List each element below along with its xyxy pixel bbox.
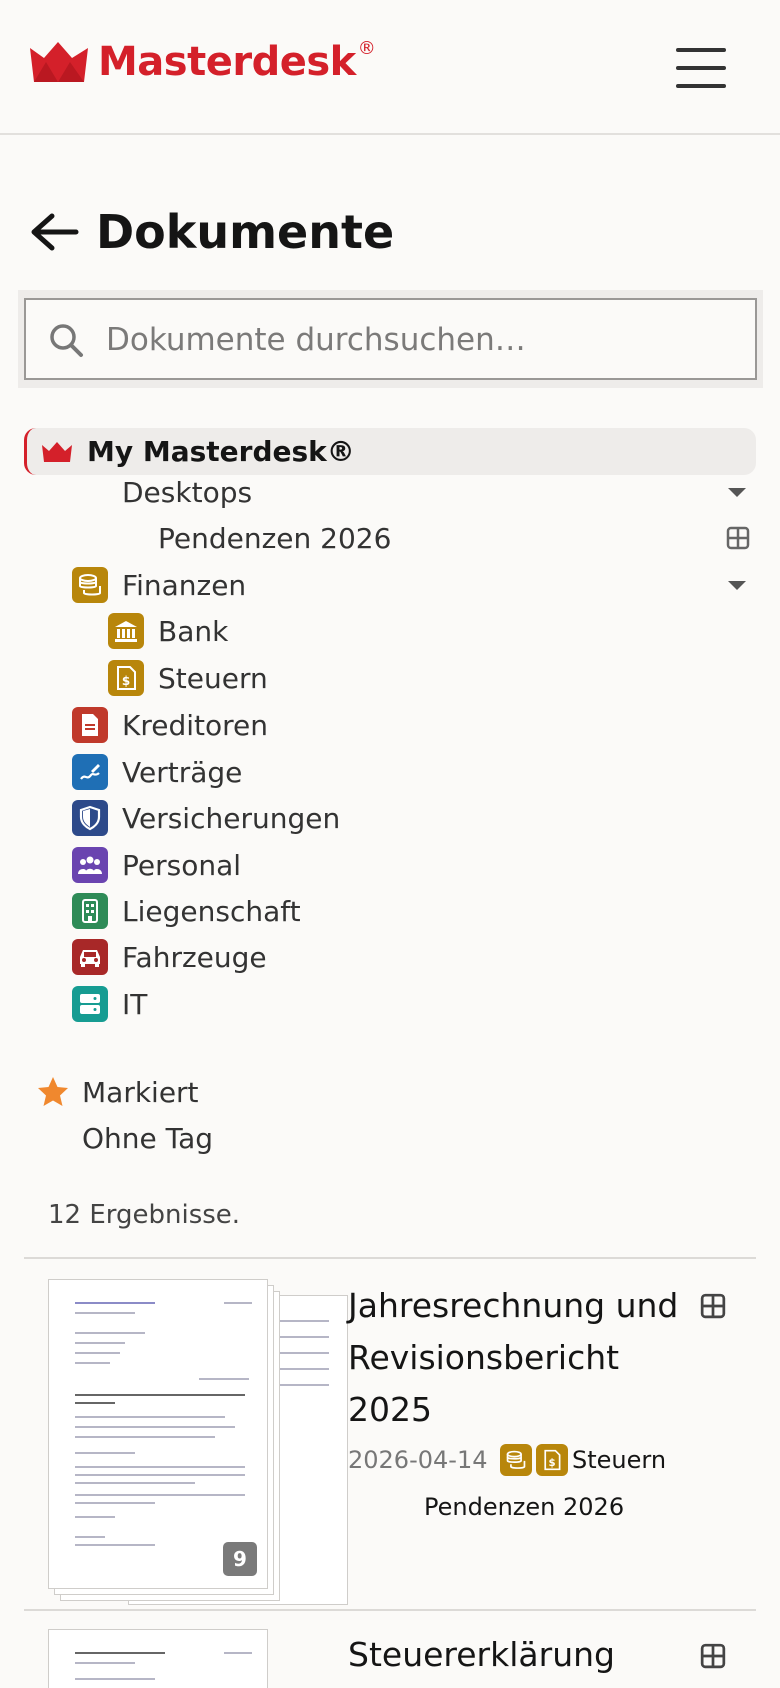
coins-icon [72, 567, 108, 603]
filter-untagged-label: Ohne Tag [82, 1122, 214, 1155]
page-title-row: Dokumente [28, 205, 394, 259]
svg-text:$: $ [122, 674, 130, 688]
server-icon [72, 986, 108, 1022]
hamburger-icon[interactable] [676, 48, 726, 88]
crown-icon [42, 441, 72, 462]
app-header: Masterdesk ® [0, 0, 780, 135]
tax-document-icon: $ [536, 1444, 568, 1476]
tree-item-versicherungen[interactable]: Versicherungen [72, 795, 340, 841]
invoice-icon [72, 707, 108, 743]
car-icon [72, 939, 108, 975]
tax-document-icon: $ [108, 660, 144, 696]
star-icon [38, 1077, 68, 1106]
document-thumbnail[interactable]: 9 [48, 1279, 348, 1619]
building-icon [72, 893, 108, 929]
caret-down-icon[interactable] [728, 487, 746, 497]
tree-item-label: IT [122, 987, 148, 1021]
filter-marked-label: Markiert [82, 1075, 199, 1109]
tree-item-label: Desktops [122, 475, 253, 509]
document-title[interactable]: Jahresrechnung und Revisionsbericht 2025 [348, 1280, 688, 1436]
grid-icon[interactable] [700, 1643, 726, 1669]
tree-item-label: Verträge [122, 755, 243, 789]
tree-item-label: Finanzen [122, 568, 247, 602]
tree-item-fahrzeuge[interactable]: Fahrzeuge [72, 934, 267, 980]
page-stack-front: 9 [48, 1279, 268, 1589]
search-box [24, 298, 757, 380]
people-icon [72, 847, 108, 883]
document-title-line: Steuererklärung 2025 [348, 1635, 615, 1688]
contract-signature-icon [72, 754, 108, 790]
grid-icon[interactable] [700, 1293, 726, 1319]
page-title: Dokumente [96, 205, 395, 259]
divider [24, 1609, 756, 1611]
page-count-badge: 9 [223, 1542, 257, 1576]
arrow-left-icon[interactable] [28, 210, 80, 254]
tree-item-bank[interactable]: Bank [108, 608, 228, 654]
tree-item-finanzen[interactable]: Finanzen [72, 562, 756, 608]
tree-item-label: Bank [158, 614, 229, 648]
tree-item-label: Versicherungen [122, 801, 341, 835]
tree-item-label: Fahrzeuge [122, 940, 267, 974]
document-date: 2026-04-14 [348, 1446, 488, 1474]
shield-icon [72, 800, 108, 836]
tree-item-it[interactable]: IT [72, 981, 147, 1027]
document-title-line: Revisionsbericht [348, 1338, 620, 1377]
tree-item-liegenschaft[interactable]: Liegenschaft [72, 888, 301, 934]
brand-name: Masterdesk [98, 39, 356, 85]
tree-item-label: Kreditoren [122, 708, 269, 742]
svg-text:$: $ [548, 1458, 555, 1469]
tree-item-kreditoren[interactable]: Kreditoren [72, 702, 268, 748]
tree-item-vertraege[interactable]: Verträge [72, 749, 242, 795]
document-tag[interactable]: $ Steuern [500, 1444, 666, 1476]
page-stack-front [48, 1629, 268, 1688]
caret-down-icon[interactable] [728, 580, 746, 590]
tree-item-label: Pendenzen 2026 [158, 521, 392, 555]
coins-icon [500, 1444, 532, 1476]
filter-marked[interactable]: Markiert [36, 1075, 199, 1109]
divider [24, 1257, 756, 1259]
tree-item-label: Steuern [158, 661, 268, 695]
tree-item-pendenzen[interactable]: Pendenzen 2026 [158, 515, 756, 561]
tree-item-label: Personal [122, 848, 242, 882]
tree-item-personal[interactable]: Personal [72, 842, 241, 888]
bank-icon [108, 613, 144, 649]
results-count: 12 Ergebnisse. [48, 1200, 241, 1230]
grid-icon[interactable] [726, 526, 750, 550]
search-input[interactable] [106, 312, 726, 368]
tree-root-my-masterdesk[interactable]: My Masterdesk® [24, 428, 756, 475]
document-thumbnail[interactable] [48, 1629, 268, 1688]
filter-untagged[interactable]: Ohne Tag [82, 1122, 213, 1155]
tree-item-label: Liegenschaft [122, 894, 301, 928]
tree-item-steuern[interactable]: $ Steuern [108, 655, 268, 701]
tree-item-desktops[interactable]: Desktops [122, 469, 756, 515]
document-tag-label: Steuern [572, 1446, 667, 1474]
document-title-line: 2025 [348, 1390, 432, 1429]
tree-root-label: My Masterdesk® [87, 435, 355, 468]
document-title[interactable]: Steuererklärung 2025 [348, 1629, 708, 1688]
search-container [18, 290, 763, 388]
search-icon [50, 324, 83, 357]
brand-registered-mark: ® [357, 37, 376, 59]
document-desktop[interactable]: Pendenzen 2026 [424, 1493, 624, 1521]
crown-logo-icon [30, 42, 88, 82]
document-title-line: Jahresrechnung und [348, 1286, 679, 1325]
masterdesk-logo[interactable]: Masterdesk ® [28, 38, 376, 86]
